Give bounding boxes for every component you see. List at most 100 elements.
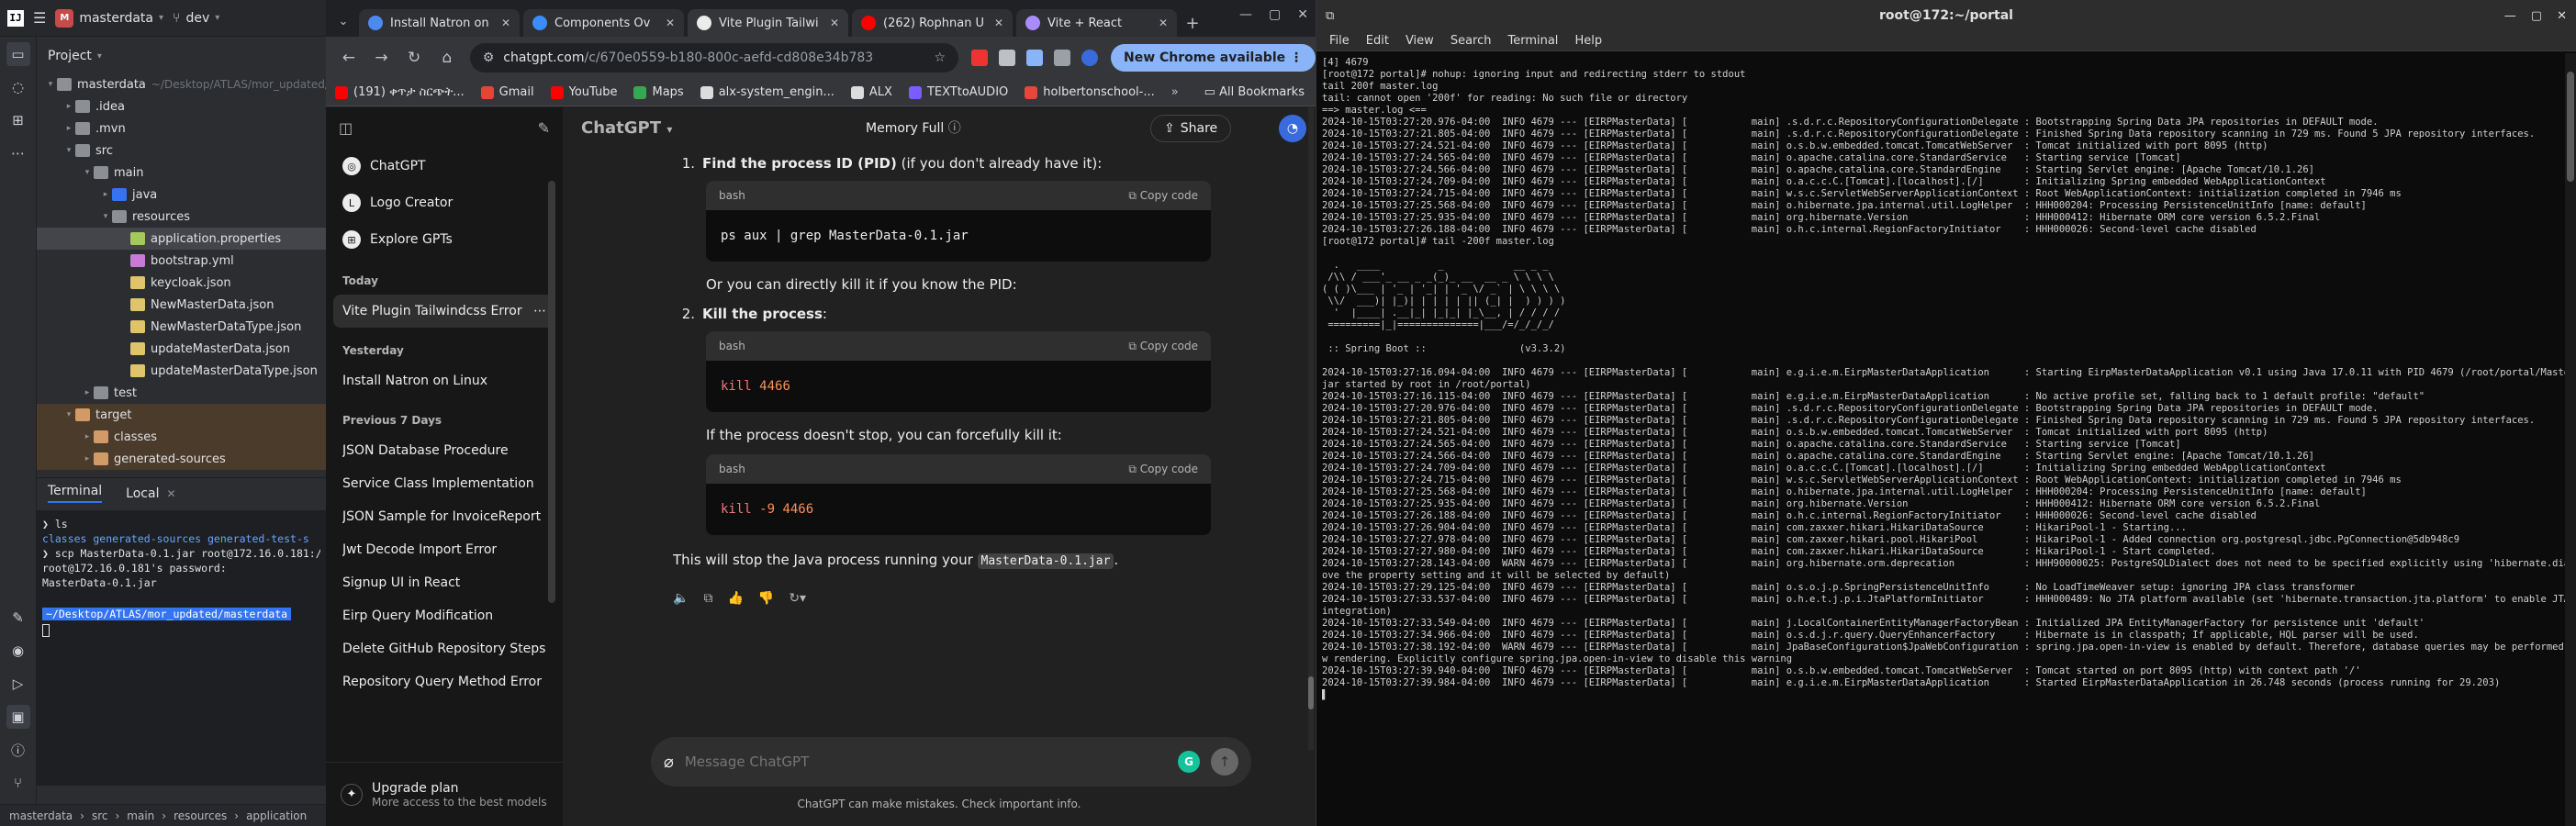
close-tab-icon[interactable]: ✕ bbox=[666, 17, 675, 29]
tree-item[interactable]: NewMasterData.json bbox=[37, 294, 326, 316]
tree-item[interactable]: ▾ target bbox=[37, 404, 326, 426]
terminal-menu-item[interactable]: File bbox=[1329, 34, 1350, 48]
new-chat-icon[interactable]: ✎ bbox=[538, 119, 550, 137]
close-tab-icon[interactable]: ✕ bbox=[994, 17, 1003, 29]
close-icon[interactable]: ✕ bbox=[1297, 7, 1308, 22]
home-icon[interactable]: ⌂ bbox=[437, 49, 457, 67]
send-button[interactable]: ↑ bbox=[1211, 748, 1238, 776]
structure-tool-icon[interactable]: ⊞ bbox=[6, 108, 30, 132]
sidebar-gpt-item[interactable]: L Logo Creator bbox=[326, 184, 563, 221]
git-tool-icon[interactable]: ⑂ bbox=[6, 771, 30, 795]
maximize-icon[interactable]: ▢ bbox=[2531, 9, 2542, 23]
tree-item[interactable]: application.properties bbox=[37, 228, 326, 250]
model-selector[interactable]: ChatGPT ▾ bbox=[581, 118, 672, 138]
browser-tab[interactable]: Install Natron on ✕ bbox=[359, 9, 520, 37]
maximize-icon[interactable]: ▢ bbox=[1269, 7, 1281, 22]
copy-code-button[interactable]: ⧉ Copy code bbox=[1128, 336, 1198, 356]
tree-item[interactable]: ▸ .mvn bbox=[37, 117, 326, 140]
chevron-right-icon[interactable]: ▸ bbox=[99, 190, 112, 199]
terminal-menu-item[interactable]: Help bbox=[1574, 34, 1602, 48]
regenerate-icon[interactable]: ↻▾ bbox=[789, 588, 806, 608]
tree-item[interactable]: bootstrap.yml bbox=[37, 250, 326, 272]
chevron-down-icon[interactable]: ▾ bbox=[99, 212, 112, 221]
sidebar-icon[interactable] bbox=[1054, 50, 1070, 66]
minimize-icon[interactable]: — bbox=[1239, 7, 1252, 22]
chevron-right-icon[interactable]: ▸ bbox=[81, 388, 94, 397]
copy-code-button[interactable]: ⧉ Copy code bbox=[1128, 459, 1198, 479]
more-tools-icon[interactable]: ⋯ bbox=[6, 141, 30, 165]
bookmark-item[interactable]: TEXTtoAUDIO bbox=[908, 85, 1008, 99]
message-input[interactable] bbox=[684, 753, 1167, 770]
pdf-extension-icon[interactable] bbox=[971, 50, 988, 66]
chevron-right-icon[interactable]: ▸ bbox=[62, 102, 75, 111]
project-panel-header[interactable]: Project ▾ bbox=[37, 42, 326, 70]
terminal-tool-icon[interactable]: ▣ bbox=[6, 705, 30, 729]
chat-history-item[interactable]: Vite Plugin Tailwindcss Error ⋯ bbox=[333, 295, 555, 328]
ide-terminal-output[interactable]: ❯ ls classes generated-sources generated-… bbox=[37, 510, 326, 786]
back-icon[interactable]: ← bbox=[339, 49, 359, 67]
bookmark-star-icon[interactable]: ☆ bbox=[934, 50, 946, 65]
browser-tab[interactable]: Components Ov ✕ bbox=[523, 9, 684, 37]
forward-icon[interactable]: → bbox=[372, 49, 392, 67]
browser-tab[interactable]: Vite + React ✕ bbox=[1016, 9, 1177, 37]
tree-item[interactable]: ▸ java bbox=[37, 184, 326, 206]
message-composer[interactable]: ⌀ G ↑ bbox=[651, 737, 1251, 787]
breadcrumb-item[interactable]: src bbox=[92, 809, 108, 822]
chevron-right-icon[interactable]: ▸ bbox=[81, 454, 94, 463]
bookmark-item[interactable]: (191) ቀጥታ ስርጭት... bbox=[335, 85, 465, 99]
browser-tab[interactable]: (262) Rophnan U ✕ bbox=[852, 9, 1013, 37]
terminal-menu-item[interactable]: Terminal bbox=[1507, 34, 1558, 48]
close-icon[interactable]: ✕ bbox=[166, 487, 175, 500]
chevron-right-icon[interactable]: ▸ bbox=[81, 432, 94, 441]
chat-history-item[interactable]: JSON Sample for InvoiceReport bbox=[326, 500, 563, 533]
services-tool-icon[interactable]: ◉ bbox=[6, 639, 30, 663]
media-icon[interactable] bbox=[1026, 50, 1043, 66]
toggle-sidebar-icon[interactable]: ◫ bbox=[339, 119, 353, 137]
puzzle-extension-icon[interactable] bbox=[999, 50, 1015, 66]
sidebar-gpt-item[interactable]: ◎ ChatGPT bbox=[326, 148, 563, 184]
chat-history-item[interactable]: Signup UI in React bbox=[326, 566, 563, 599]
bookmark-item[interactable]: ALX bbox=[850, 85, 892, 99]
chat-history-item[interactable]: Eirp Query Modification bbox=[326, 599, 563, 632]
user-avatar[interactable]: ◔ bbox=[1279, 115, 1306, 142]
commit-tool-icon[interactable]: ◌ bbox=[6, 75, 30, 99]
bookmark-item[interactable]: YouTube bbox=[550, 85, 617, 99]
copy-code-button[interactable]: ⧉ Copy code bbox=[1128, 185, 1198, 206]
bookmark-item[interactable]: alx-system_engin... bbox=[700, 85, 834, 99]
new-tab-button[interactable]: + bbox=[1181, 11, 1204, 35]
tree-item[interactable]: ▸ .idea bbox=[37, 95, 326, 117]
tree-item[interactable]: ▸ test bbox=[37, 382, 326, 404]
terminal-local-tab[interactable]: Local bbox=[126, 486, 159, 501]
close-tab-icon[interactable]: ✕ bbox=[501, 17, 510, 29]
tree-item[interactable]: ▾ resources bbox=[37, 206, 326, 228]
bookmark-item[interactable]: Maps bbox=[633, 85, 684, 99]
scroll-thumb[interactable] bbox=[1308, 676, 1314, 709]
terminal-output[interactable]: [4] 4679 [root@172 portal]# nohup: ignori… bbox=[1316, 53, 2576, 826]
chevron-down-icon[interactable]: ▾ bbox=[81, 168, 94, 177]
sidebar-scrollbar[interactable] bbox=[548, 181, 555, 603]
reload-icon[interactable]: ↻ bbox=[404, 49, 424, 67]
project-tool-icon[interactable]: ▭ bbox=[6, 42, 30, 66]
main-menu-icon[interactable]: ☰ bbox=[33, 9, 46, 27]
problems-tool-icon[interactable]: ⓘ bbox=[6, 738, 30, 762]
address-bar[interactable]: ⚙ chatgpt.com/c/670e0559-b180-800c-aefd-… bbox=[469, 43, 958, 73]
chat-history-item[interactable]: Service Class Implementation bbox=[326, 467, 563, 500]
attach-icon[interactable]: ⌀ bbox=[664, 753, 674, 772]
chevron-down-icon[interactable]: ▾ bbox=[62, 410, 75, 419]
tree-item[interactable]: ▾ src bbox=[37, 140, 326, 162]
minimize-icon[interactable]: — bbox=[2504, 9, 2516, 23]
tree-item[interactable]: NewMasterDataType.json bbox=[37, 316, 326, 338]
project-switcher[interactable]: M masterdata ▾ bbox=[55, 8, 163, 28]
plugins-tool-icon[interactable]: ✎ bbox=[6, 606, 30, 630]
bookmark-item[interactable]: Gmail bbox=[480, 85, 534, 99]
scroll-thumb[interactable] bbox=[2567, 72, 2574, 182]
browser-tab[interactable]: Vite Plugin Tailwi ✕ bbox=[688, 9, 848, 37]
tree-item[interactable]: ▾ masterdata ~/Desktop/ATLAS/mor_updated/m bbox=[37, 73, 326, 95]
breadcrumb-item[interactable]: application bbox=[246, 809, 307, 822]
terminal-menu-item[interactable]: View bbox=[1406, 34, 1434, 48]
more-bookmarks-icon[interactable]: » bbox=[1171, 85, 1179, 99]
tree-item[interactable]: ▸ classes bbox=[37, 426, 326, 448]
more-options-icon[interactable]: ⋯ bbox=[533, 304, 546, 318]
run-tool-icon[interactable]: ▷ bbox=[6, 672, 30, 696]
grammarly-icon[interactable]: G bbox=[1178, 751, 1200, 773]
